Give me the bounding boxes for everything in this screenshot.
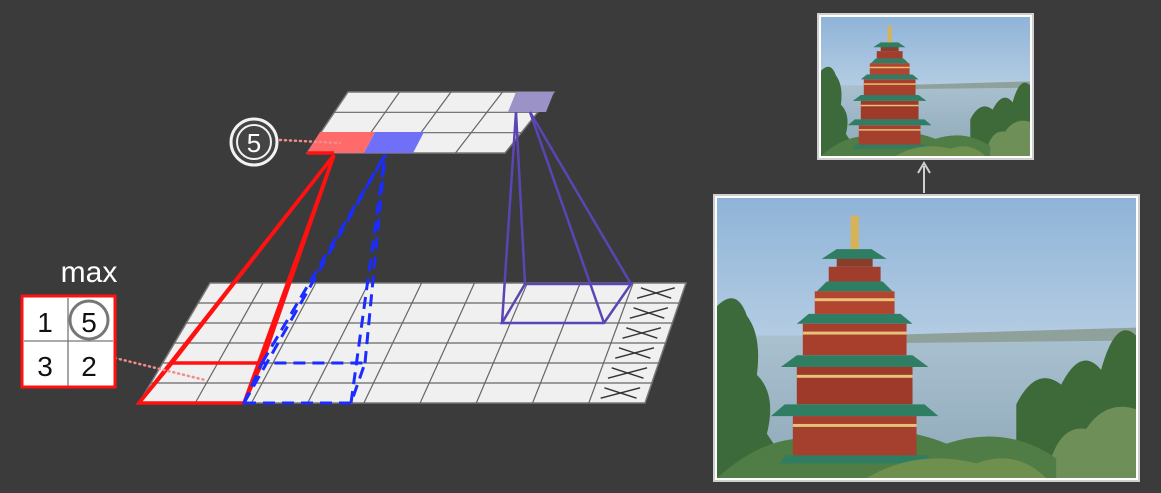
max-label: max — [61, 256, 118, 289]
pooled-value: 5 — [247, 128, 261, 158]
pool-cell-3: 3 — [37, 351, 53, 382]
pool-cell-2: 5 — [81, 307, 97, 338]
downsample-arrow — [917, 161, 931, 193]
max-pool-window: max 1 5 3 2 — [20, 256, 118, 389]
pagoda-photo-large — [713, 194, 1140, 482]
pagoda-photo-small — [817, 13, 1034, 160]
pool-cell-1: 1 — [37, 307, 53, 338]
pooled-value-badge: 5 — [229, 117, 279, 167]
pool-cell-4: 2 — [81, 351, 97, 382]
output-cell-purple — [508, 92, 554, 112]
pooling-diagram: 5 max 1 5 3 2 — [20, 13, 1140, 482]
